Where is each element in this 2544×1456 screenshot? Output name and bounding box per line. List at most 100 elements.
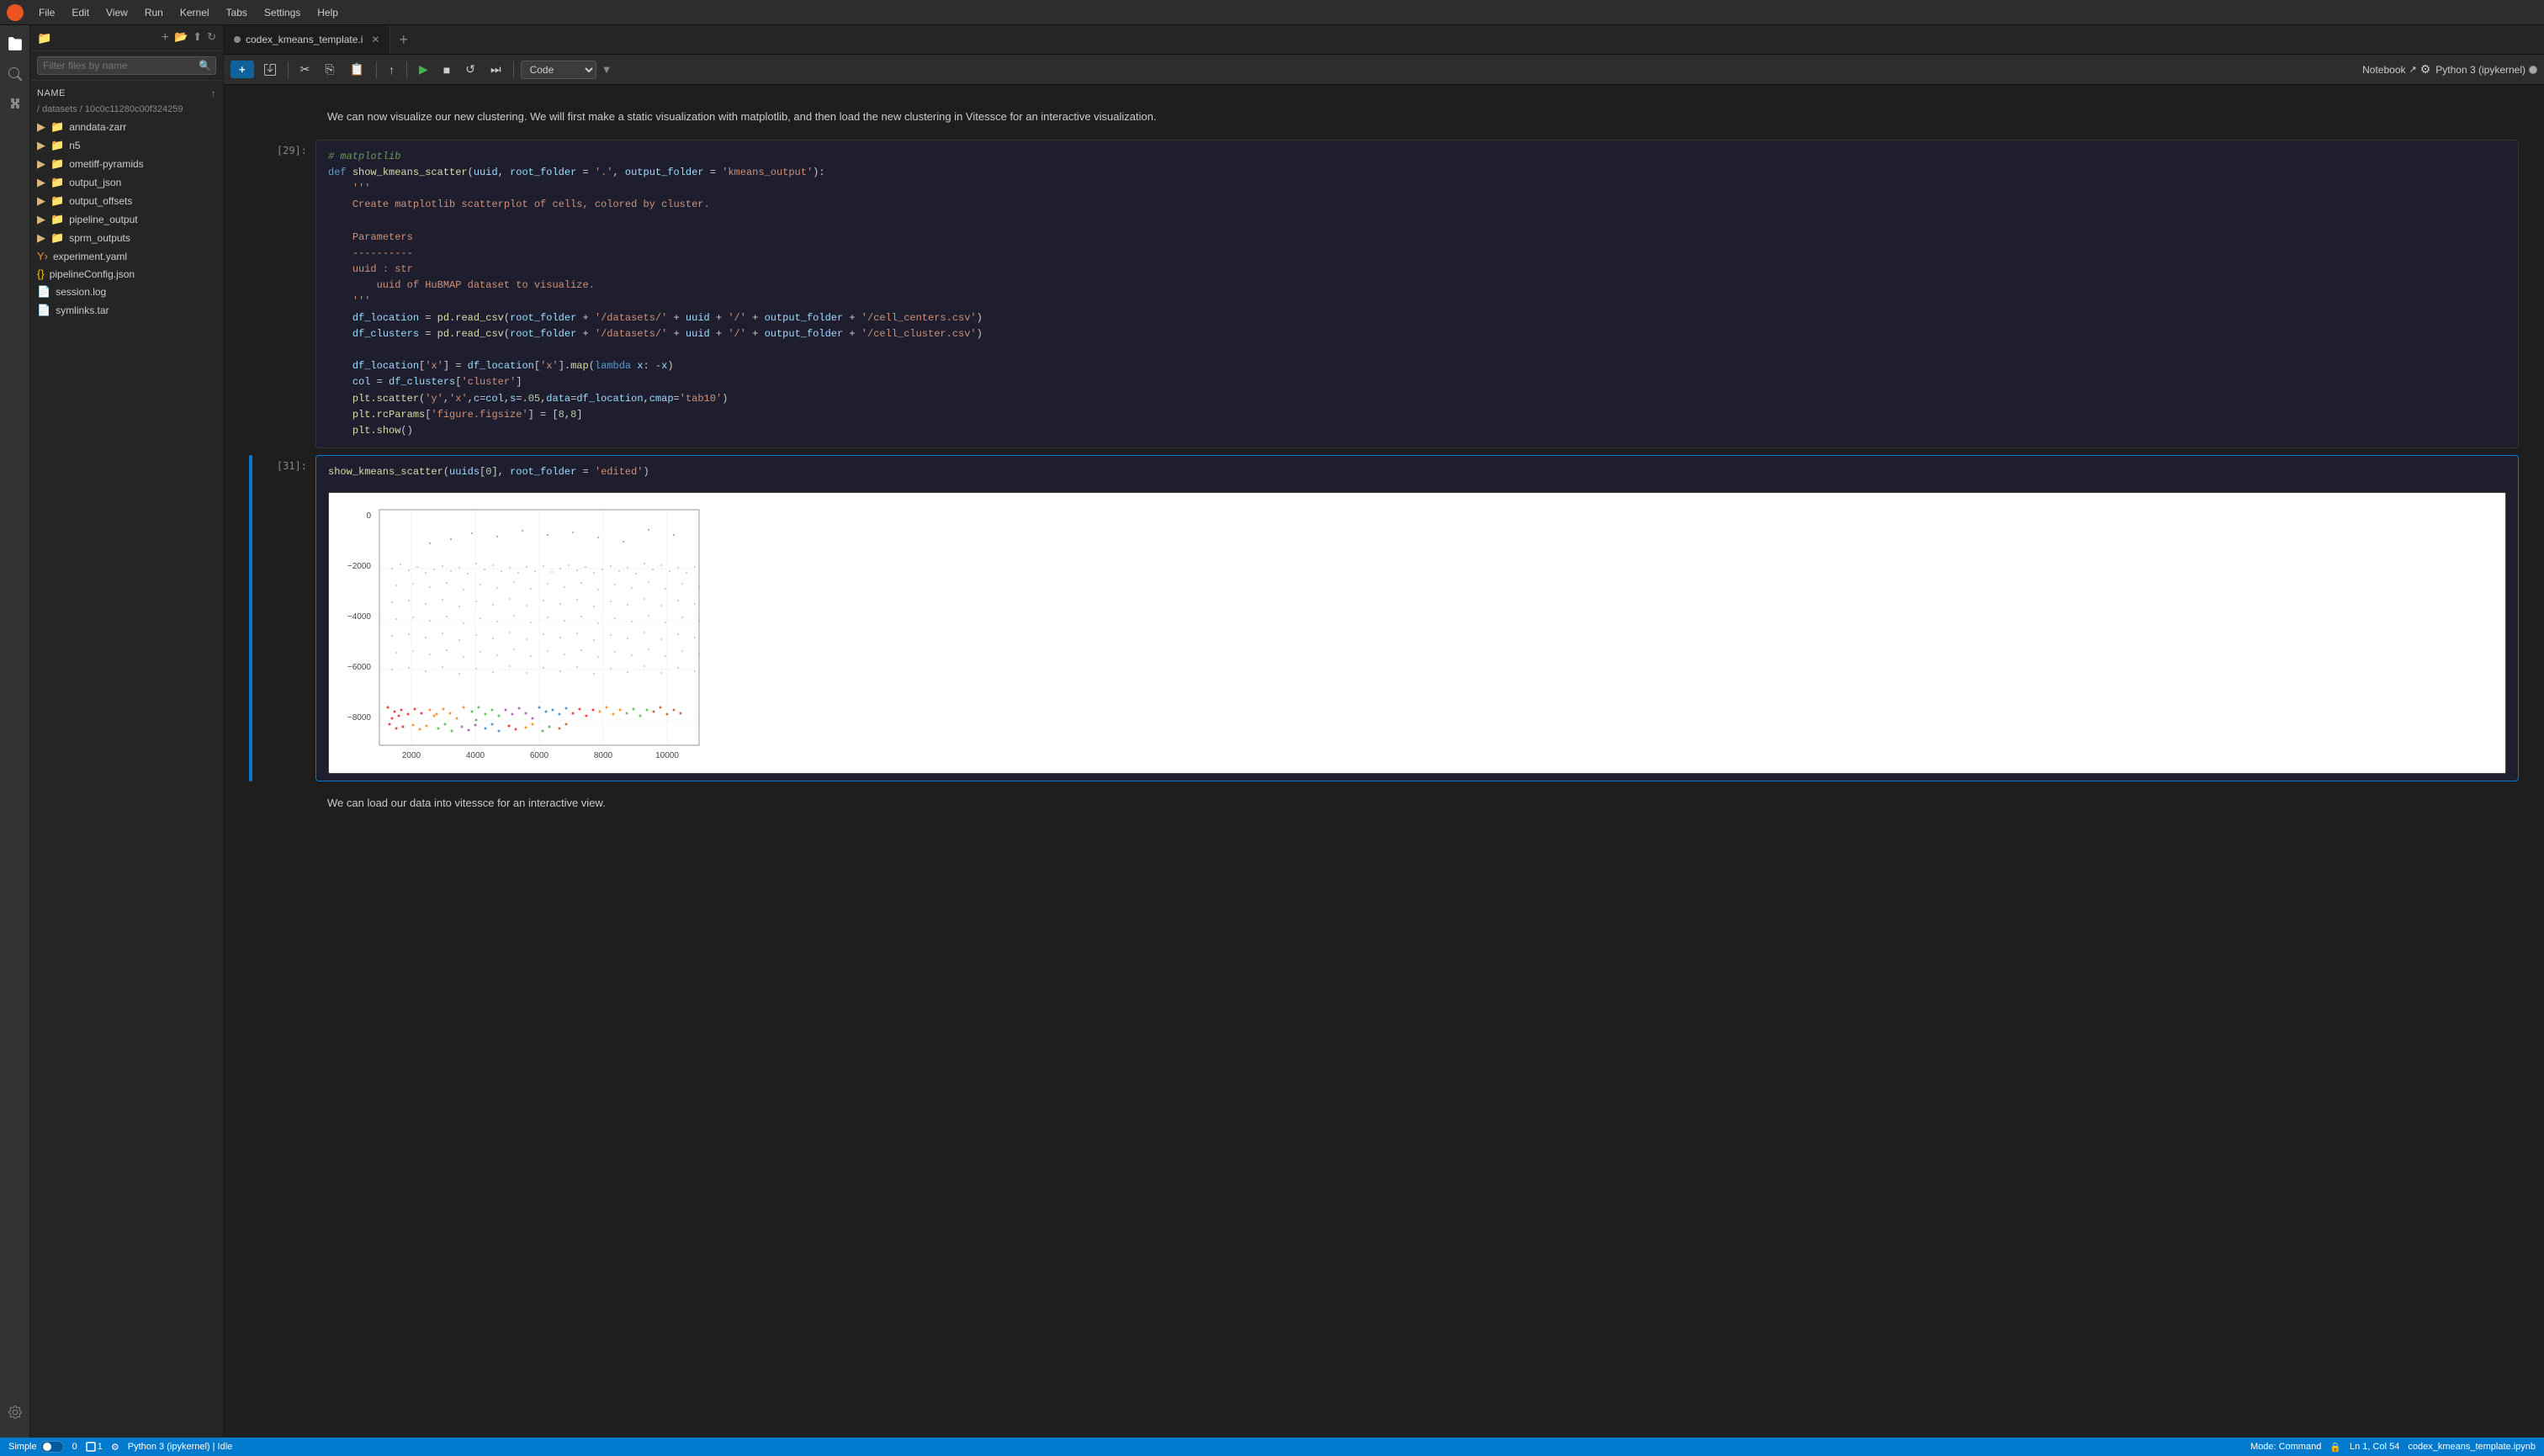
menu-settings[interactable]: Settings [257, 5, 307, 20]
cell-down-btn[interactable]: ↓ [2447, 461, 2457, 478]
folder-icon-output-offsets: ▶ [37, 194, 45, 208]
breadcrumb: / datasets / 10c0c11280c00f324259 [30, 103, 223, 118]
menu-run[interactable]: Run [138, 5, 170, 20]
upload-icon[interactable]: ⬆ [193, 30, 202, 45]
tree-item-label-tar: symlinks.tar [56, 304, 109, 316]
tree-item-n5[interactable]: ▶ 📁 n5 [30, 136, 223, 155]
sidebar-top: 📁 + 📂 ⬆ ↻ [30, 25, 223, 51]
menu-edit[interactable]: Edit [65, 5, 96, 20]
svg-text:10000: 10000 [655, 751, 679, 760]
cell-copy-btn[interactable]: ⎘ [2419, 461, 2431, 478]
tree-item-label-ometiff: ometiff-pyramids [69, 158, 143, 170]
cell-delete-btn[interactable]: 🗑 [2495, 461, 2513, 478]
stop-button[interactable]: ■ [438, 61, 455, 79]
tree-item-sprm-outputs[interactable]: ▶ 📁 sprm_outputs [30, 229, 223, 247]
cell-up-btn[interactable]: ↑ [2435, 461, 2444, 478]
new-file-icon[interactable]: + [162, 30, 169, 45]
nav-extensions-icon[interactable] [3, 93, 27, 116]
cell-filter-btn[interactable]: 🔽 [2475, 461, 2492, 478]
folder-icon-n5: ▶ [37, 139, 45, 152]
menu-kernel[interactable]: Kernel [173, 5, 216, 20]
active-tab[interactable]: codex_kmeans_template.i ✕ [224, 25, 390, 54]
kernel-text: Python 3 (ipykernel) [2435, 64, 2525, 76]
toolbar-right: Notebook ↗ ⚙ Python 3 (ipykernel) [2362, 62, 2537, 77]
markdown-cell-footer: We can load our data into vitessce for a… [249, 788, 2519, 819]
sidebar-folder-icon: 📁 [37, 31, 51, 45]
folder-icon-output-offsets-2: 📁 [50, 194, 64, 208]
menu-view[interactable]: View [99, 5, 135, 20]
sort-icon[interactable]: ↑ [210, 87, 216, 99]
tree-item-symlinks-tar[interactable]: 📄 symlinks.tar [30, 301, 223, 320]
tree-item-label-n5: n5 [69, 140, 80, 151]
simple-toggle[interactable]: Simple [8, 1441, 64, 1453]
intro-text: We can now visualize our new clustering.… [315, 102, 2519, 133]
tree-header: Name ↑ [30, 84, 223, 103]
tree-item-session-log[interactable]: 📄 session.log [30, 283, 223, 301]
nav-settings-icon[interactable] [3, 1400, 27, 1424]
paste-button[interactable]: 📋 [345, 60, 369, 79]
copy-button[interactable]: ⎘ [320, 60, 339, 79]
statusbar: Simple 0 1 ⚙ Python 3 (ipykernel) | Idle… [0, 1437, 2544, 1456]
restart-button[interactable]: ↺ [460, 60, 480, 79]
plot-output: 0 −2000 −4000 −6000 −8000 2000 4000 6000… [328, 492, 2506, 774]
json-icon: {} [37, 267, 45, 280]
tree-item-experiment-yaml[interactable]: Y› experiment.yaml [30, 247, 223, 265]
svg-text:4000: 4000 [466, 751, 485, 760]
cell-body-29[interactable]: # matplotlib def show_kmeans_scatter(uui… [315, 140, 2519, 448]
cell-type-select[interactable]: Code Markdown Raw [521, 61, 596, 79]
cell-label-31: [31]: [261, 455, 307, 781]
menu-bar: File Edit View Run Kernel Tabs Settings … [0, 0, 2544, 25]
filter-wrapper: 🔍 [37, 56, 216, 75]
toggle-thumb [43, 1443, 51, 1451]
toolbar-settings-icon[interactable]: ⚙ [2420, 62, 2431, 77]
move-up-button[interactable]: ↑ [384, 61, 400, 79]
folder-icon-sprm-2: 📁 [50, 231, 64, 245]
cut-button[interactable]: ✂ [295, 60, 315, 79]
tree-item-anndata-zarr[interactable]: ▶ 📁 anndata-zarr [30, 118, 223, 136]
tab-close-icon[interactable]: ✕ [371, 34, 379, 45]
cell-type-chevron: ▼ [602, 63, 612, 76]
menu-file[interactable]: File [32, 5, 61, 20]
tree-item-pipeline-config[interactable]: {} pipelineConfig.json [30, 265, 223, 283]
folder-icon-output-json-2: 📁 [50, 176, 64, 189]
nav-files-icon[interactable] [3, 32, 27, 56]
sidebar: 📁 + 📂 ⬆ ↻ 🔍 Name ↑ / datasets / 10c0c112… [30, 25, 224, 1437]
tree-item-ometiff[interactable]: ▶ 📁 ometiff-pyramids [30, 155, 223, 173]
tree-item-pipeline-output[interactable]: ▶ 📁 pipeline_output [30, 210, 223, 229]
tab-dot [234, 36, 241, 43]
new-cell-button[interactable]: + [231, 61, 254, 78]
tree-item-label-log: session.log [56, 286, 106, 298]
scatter-plot-svg: 0 −2000 −4000 −6000 −8000 2000 4000 6000… [329, 493, 716, 770]
notebook-label: Notebook ↗ ⚙ [2362, 62, 2430, 77]
tab-label: codex_kmeans_template.i [246, 34, 363, 45]
filter-input[interactable] [37, 56, 216, 75]
menu-tabs[interactable]: Tabs [220, 5, 254, 20]
run-button[interactable]: ▶ [414, 60, 433, 79]
new-folder-icon[interactable]: 📂 [174, 30, 188, 45]
save-button[interactable] [259, 61, 281, 78]
tree-item-label-json: pipelineConfig.json [50, 268, 135, 280]
tree-item-output-offsets[interactable]: ▶ 📁 output_offsets [30, 192, 223, 210]
mode-command: Mode: Command [2250, 1442, 2321, 1452]
nav-search-icon[interactable] [3, 62, 27, 86]
folder-icon-2: 📁 [50, 120, 64, 134]
cell-sidebar-31 [249, 455, 252, 781]
cell-download-btn[interactable]: ⬇ [2459, 461, 2472, 478]
fast-forward-button[interactable]: ⏭ [485, 60, 506, 79]
svg-text:6000: 6000 [530, 751, 549, 760]
cell-body-31[interactable]: show_kmeans_scatter(uuids[0], root_folde… [315, 455, 2519, 781]
folder-icon-output-json: ▶ [37, 176, 45, 189]
menu-help[interactable]: Help [310, 5, 345, 20]
refresh-icon[interactable]: ↻ [207, 30, 216, 45]
code-cell-31: [31]: show_kmeans_scatter(uuids[0], root… [249, 455, 2519, 781]
markdown-cell-footer-body: We can load our data into vitessce for a… [315, 788, 2519, 819]
status-settings-icon[interactable]: ⚙ [111, 1442, 119, 1453]
statusbar-right: Mode: Command 🔒 Ln 1, Col 54 codex_kmean… [2250, 1442, 2536, 1453]
tree-item-output-json[interactable]: ▶ 📁 output_json [30, 173, 223, 192]
tree-item-label-output-json: output_json [69, 177, 121, 188]
log-icon: 📄 [37, 285, 50, 299]
toolbar: + ✂ ⎘ 📋 ↑ ▶ ■ ↺ ⏭ Code Markdown Raw ▼ [224, 55, 2544, 85]
new-tab-button[interactable]: + [390, 25, 416, 54]
cell-sidebar-intro [249, 102, 252, 133]
external-link-icon[interactable]: ↗ [2409, 64, 2417, 75]
